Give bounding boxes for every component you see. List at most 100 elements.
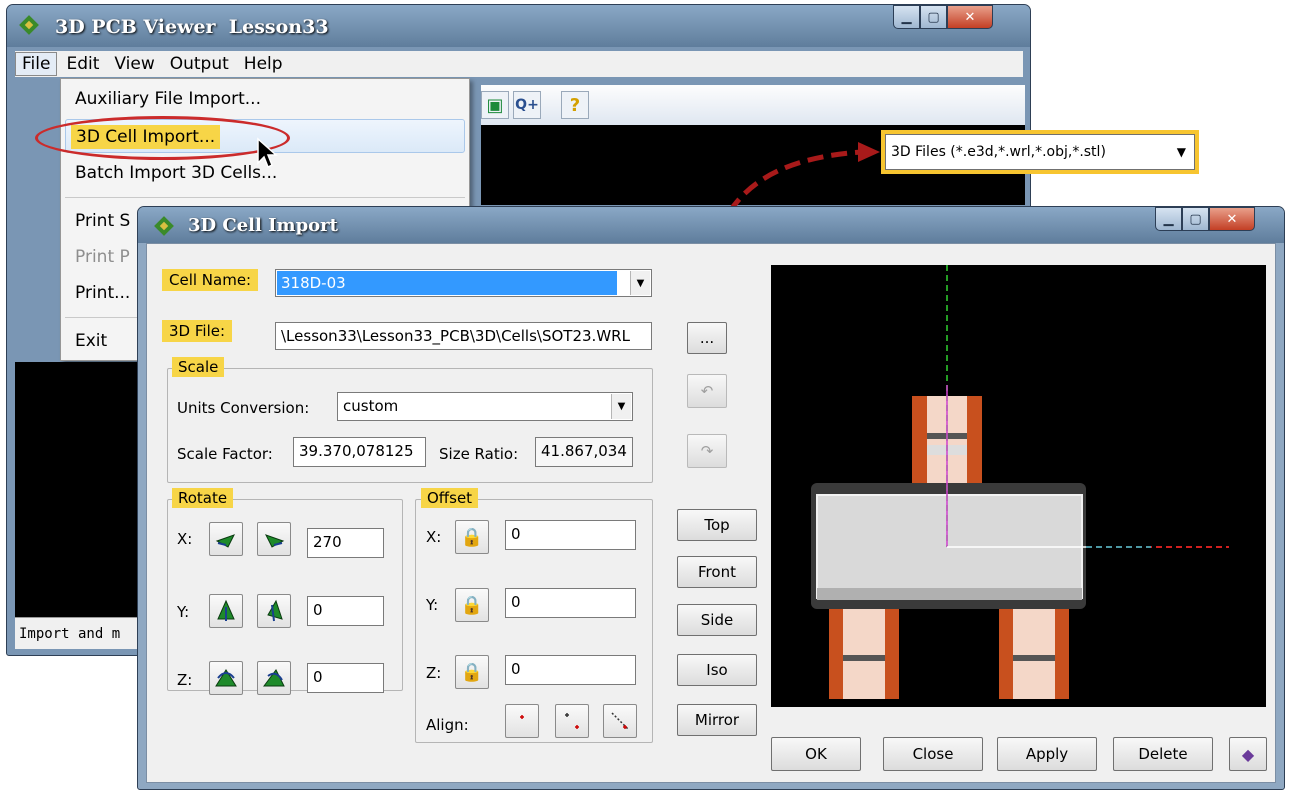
- minimize-icon: ▁: [901, 9, 912, 25]
- rotate-y-field[interactable]: 0: [307, 596, 384, 626]
- offset-x-field[interactable]: 0: [505, 520, 636, 550]
- library-button[interactable]: ◆: [1229, 737, 1267, 771]
- dialog-title: 3D Cell Import: [188, 215, 338, 236]
- units-conversion-value: custom: [343, 397, 399, 415]
- align-diagonal-button[interactable]: [603, 704, 637, 738]
- file-path-field[interactable]: \Lesson33\Lesson33_PCB\3D\Cells\SOT23.WR…: [275, 322, 652, 350]
- menu-output[interactable]: Output: [164, 53, 235, 75]
- menu-view[interactable]: View: [108, 53, 160, 75]
- rotate-x-label: X:: [177, 530, 193, 548]
- zoom-fit-button[interactable]: ▣: [481, 91, 509, 119]
- view-top-button[interactable]: Top: [677, 509, 757, 541]
- file-type-filter-select[interactable]: 3D Files (*.e3d,*.wrl,*.obj,*.stl) ▼: [885, 134, 1195, 170]
- dialog-close-window-button[interactable]: ✕: [1209, 207, 1255, 231]
- annotation-red-oval: [35, 116, 290, 160]
- cell-name-combo[interactable]: 318D-03 ▼: [275, 269, 652, 297]
- rotate-x-ccw-button[interactable]: [209, 522, 243, 556]
- lock-icon: 🔒: [460, 661, 484, 683]
- close-icon: ✕: [964, 9, 976, 25]
- undo-button: ↶: [687, 374, 727, 408]
- close-window-button[interactable]: ✕: [947, 5, 993, 29]
- delete-button[interactable]: Delete: [1113, 737, 1213, 771]
- units-conversion-select[interactable]: custom ▼: [337, 392, 633, 421]
- menu-help[interactable]: Help: [238, 53, 289, 75]
- cell-name-value: 318D-03: [277, 271, 617, 295]
- minimize-icon: ▁: [1163, 211, 1174, 227]
- rotate-y-cw-button[interactable]: [257, 594, 291, 628]
- library-icon: ◆: [1241, 744, 1255, 764]
- close-button[interactable]: Close: [883, 737, 983, 771]
- view-side-button[interactable]: Side: [677, 604, 757, 636]
- maximize-icon: ▢: [927, 9, 940, 25]
- help-icon: ?: [569, 94, 581, 116]
- menu-item-print-setup[interactable]: Print S: [75, 211, 130, 231]
- rotate-y-ccw-button[interactable]: [209, 594, 243, 628]
- undo-icon: ↶: [700, 382, 714, 400]
- offset-x-lock-button[interactable]: 🔒: [455, 520, 489, 554]
- dialog-minimize-button[interactable]: ▁: [1155, 207, 1182, 231]
- 3d-preview-viewport[interactable]: [771, 265, 1266, 707]
- rotate-x-field[interactable]: 270: [307, 528, 384, 558]
- cell-import-dialog: 3D Cell Import ▁ ▢ ✕ Cell Name: 318D-03 …: [137, 206, 1285, 790]
- rotate-y-cw-icon: [267, 599, 283, 622]
- maximize-icon: ▢: [1189, 211, 1202, 227]
- rotate-z-field[interactable]: 0: [307, 663, 384, 693]
- rotate-z-ccw-icon: [215, 669, 237, 687]
- view-front-button[interactable]: Front: [677, 556, 757, 588]
- rotate-x-cw-icon: [264, 534, 285, 548]
- menu-edit[interactable]: Edit: [60, 53, 105, 75]
- dialog-title-bar[interactable]: 3D Cell Import ▁ ▢ ✕: [138, 207, 1284, 243]
- align-label: Align:: [426, 716, 469, 734]
- main-title-bar[interactable]: 3D PCB Viewer Lesson33 ▁ ▢ ✕: [7, 5, 1030, 47]
- chevron-down-icon[interactable]: ▼: [611, 394, 631, 419]
- menu-item-print-preview: Print P: [75, 247, 130, 267]
- menu-item-print[interactable]: Print...: [75, 283, 130, 303]
- pcb-app-icon: [154, 216, 174, 236]
- offset-y-lock-button[interactable]: 🔒: [455, 588, 489, 622]
- chevron-down-icon[interactable]: ▼: [630, 271, 650, 295]
- ok-button[interactable]: OK: [771, 737, 861, 771]
- minimize-button[interactable]: ▁: [893, 5, 920, 29]
- mirror-button[interactable]: Mirror: [677, 704, 757, 736]
- main-viewport-left[interactable]: [15, 362, 155, 617]
- menu-file[interactable]: File: [15, 52, 58, 76]
- file-type-filter-callout: 3D Files (*.e3d,*.wrl,*.obj,*.stl) ▼: [881, 130, 1199, 174]
- rotate-z-cw-button[interactable]: [257, 661, 291, 695]
- align-origin-button[interactable]: [505, 704, 539, 738]
- offset-z-field[interactable]: 0: [505, 655, 636, 685]
- apply-button[interactable]: Apply: [997, 737, 1097, 771]
- rotate-z-ccw-button[interactable]: [209, 661, 243, 695]
- offset-y-field[interactable]: 0: [505, 588, 636, 618]
- rotate-y-label: Y:: [177, 603, 190, 621]
- file-label: 3D File:: [162, 320, 233, 342]
- mouse-pointer-icon: [257, 137, 278, 169]
- zoom-fit-icon: ▣: [486, 94, 504, 116]
- units-conversion-label: Units Conversion:: [177, 399, 310, 417]
- offset-group-title: Offset: [421, 488, 479, 508]
- size-ratio-field: 41.867,034: [535, 437, 633, 467]
- offset-x-label: X:: [426, 528, 442, 546]
- redo-icon: ↷: [700, 442, 714, 460]
- cell-name-label: Cell Name:: [162, 269, 259, 291]
- main-window-title: 3D PCB Viewer Lesson33: [55, 16, 329, 38]
- scale-factor-field[interactable]: 39.370,078125: [293, 437, 426, 467]
- align-corner-button[interactable]: [555, 704, 589, 738]
- menu-item-exit[interactable]: Exit: [75, 331, 107, 351]
- menu-item-batch-import[interactable]: Batch Import 3D Cells...: [75, 163, 277, 183]
- browse-button[interactable]: ...: [687, 322, 727, 354]
- align-diagonal-icon: [611, 712, 629, 730]
- sot23-model-render: [811, 265, 1229, 699]
- rotate-x-cw-button[interactable]: [257, 522, 291, 556]
- zoom-in-button[interactable]: Q+: [513, 91, 541, 119]
- menu-item-auxiliary-import[interactable]: Auxiliary File Import...: [75, 89, 261, 109]
- scale-group-title: Scale: [172, 357, 225, 377]
- help-button[interactable]: ?: [561, 91, 589, 119]
- view-iso-button[interactable]: Iso: [677, 654, 757, 686]
- rotate-x-ccw-icon: [215, 534, 236, 548]
- toolbar: ▣ Q+ ?: [481, 85, 1025, 125]
- maximize-button[interactable]: ▢: [920, 5, 947, 29]
- redo-button: ↷: [687, 434, 727, 468]
- dialog-maximize-button[interactable]: ▢: [1182, 207, 1209, 231]
- offset-z-lock-button[interactable]: 🔒: [455, 655, 489, 689]
- chevron-down-icon: ▼: [1176, 145, 1186, 159]
